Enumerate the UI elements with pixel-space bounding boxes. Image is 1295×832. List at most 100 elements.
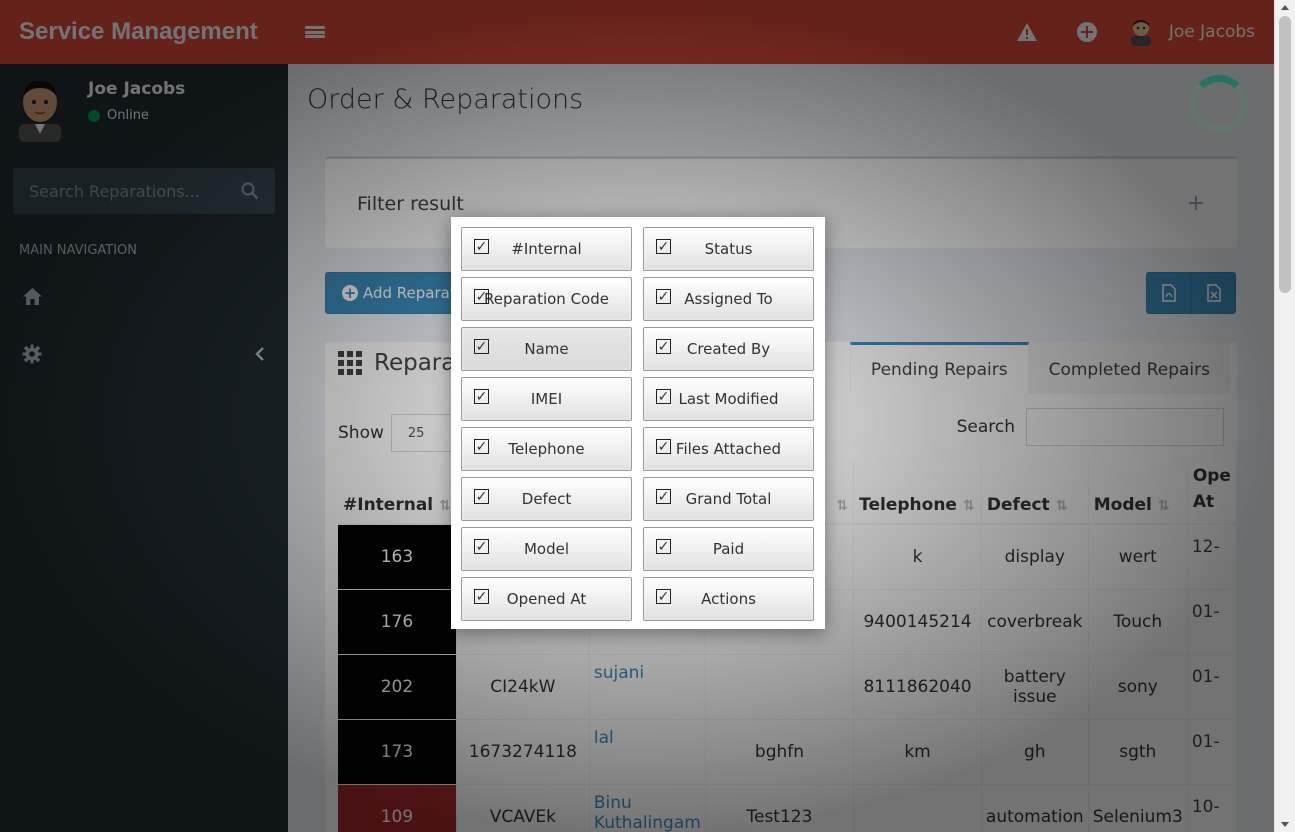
column-header-defect[interactable]: Defect ⇅	[981, 460, 1089, 525]
column-toggle-button[interactable]: ✓ Last Modified	[643, 377, 814, 421]
table-title-label: Repara	[374, 350, 456, 376]
sidebar-toggle-icon[interactable]	[305, 23, 325, 41]
sort-icon[interactable]: ⇅	[1158, 498, 1170, 514]
cell-opened: 01-	[1187, 589, 1238, 655]
column-toggle-button[interactable]: ✓ Created By	[643, 327, 814, 371]
scrollbar-thumb[interactable]	[1279, 16, 1291, 293]
checkbox-checked-icon[interactable]: ✓	[474, 239, 489, 254]
expand-plus-icon[interactable]: +	[1187, 191, 1205, 216]
sidebar-item-settings[interactable]	[0, 325, 288, 382]
cell-name[interactable]: sujani	[589, 654, 706, 720]
loading-spinner-icon	[1190, 75, 1248, 133]
checkbox-checked-icon[interactable]: ✓	[656, 439, 671, 454]
checkbox-checked-icon[interactable]: ✓	[474, 539, 489, 554]
search-icon[interactable]	[241, 182, 259, 200]
export-buttons	[1146, 272, 1236, 314]
scroll-up-arrow-icon[interactable]	[1281, 5, 1289, 10]
cell-opened: 01-	[1187, 654, 1238, 720]
cell-telephone: 9400145214	[853, 589, 982, 655]
column-visibility-popup: ✓ #Internal ✓ Status ✓ Reparation Code ✓ Assign…	[451, 217, 825, 629]
user-panel: Joe Jacobs Online	[0, 64, 288, 164]
cell-imei: Test123	[705, 784, 855, 832]
table-row[interactable]: 202 CI24kW sujani 8111862040 battery issue so…	[338, 654, 1238, 720]
checkbox-checked-icon[interactable]: ✓	[656, 339, 671, 354]
table-row[interactable]: 173 1673274118 lal bghfn km gh sgth 01-	[338, 719, 1238, 785]
column-header-telephone[interactable]: Telephone ⇅	[853, 460, 982, 525]
column-toggle-button[interactable]: ✓ Files Attached	[643, 427, 814, 471]
column-toggle-button[interactable]: ✓ Paid	[643, 527, 814, 571]
sort-icon[interactable]: ⇅	[963, 498, 975, 514]
column-toggle-button[interactable]: ✓ Defect	[461, 477, 632, 521]
app-logo[interactable]: Service Management	[0, 18, 288, 46]
checkbox-checked-icon[interactable]: ✓	[474, 589, 489, 604]
avatar	[19, 80, 61, 142]
cell-telephone	[853, 784, 982, 832]
scrollbar[interactable]	[1274, 0, 1295, 832]
column-toggle-button[interactable]: ✓ Name	[461, 327, 632, 371]
user-menu[interactable]: Joe Jacobs	[1117, 0, 1274, 64]
warning-icon[interactable]	[997, 0, 1057, 64]
tab-completed-repairs[interactable]: Completed Repairs	[1028, 342, 1230, 394]
pdf-file-icon	[1161, 284, 1176, 302]
gear-icon	[22, 344, 42, 363]
search-label: Search	[956, 417, 1015, 437]
column-toggle-button[interactable]: ✓ Reparation Code	[461, 277, 632, 321]
table-row[interactable]: 109 VCAVEk Binu Kuthalingam Test123 automati…	[338, 784, 1238, 832]
online-status: Online	[88, 108, 185, 123]
page-title: Order & Reparations	[307, 84, 584, 115]
cell-opened: 12-	[1187, 524, 1238, 590]
customer-link[interactable]: Binu Kuthalingam	[594, 793, 701, 832]
export-excel-button[interactable]	[1191, 272, 1236, 314]
column-toggle-button[interactable]: ✓ Actions	[643, 577, 814, 621]
grid-icon	[338, 351, 362, 375]
sort-icon[interactable]: ⇅	[1056, 498, 1068, 514]
sidebar-item-home[interactable]	[0, 268, 288, 325]
cell-internal: 202	[338, 654, 457, 720]
chevron-left-icon[interactable]	[255, 346, 264, 361]
column-toggle-button[interactable]: ✓ Grand Total	[643, 477, 814, 521]
checkbox-checked-icon[interactable]: ✓	[656, 239, 671, 254]
table-title: Repara	[338, 350, 455, 376]
column-header-opened-at[interactable]: Ope At	[1187, 460, 1238, 525]
checkbox-checked-icon[interactable]: ✓	[656, 489, 671, 504]
add-circle-icon[interactable]	[1057, 0, 1117, 64]
add-button-label: Add Reparat	[363, 284, 456, 302]
export-pdf-button[interactable]	[1146, 272, 1191, 314]
checkbox-checked-icon[interactable]: ✓	[474, 289, 489, 304]
column-toggle-button[interactable]: ✓ Model	[461, 527, 632, 571]
tab-pending-repairs[interactable]: Pending Repairs	[849, 342, 1029, 394]
checkbox-checked-icon[interactable]: ✓	[656, 589, 671, 604]
column-toggle-button[interactable]: ✓ Assigned To	[643, 277, 814, 321]
nav-header: MAIN NAVIGATION	[19, 243, 138, 258]
table-search-input[interactable]	[1026, 408, 1224, 446]
cell-name[interactable]: Binu Kuthalingam	[589, 784, 706, 832]
cell-telephone: 8111862040	[853, 654, 982, 720]
checkbox-checked-icon[interactable]: ✓	[474, 439, 489, 454]
column-toggle-button[interactable]: ✓ #Internal	[461, 227, 632, 271]
checkbox-checked-icon[interactable]: ✓	[474, 489, 489, 504]
cell-model: sony	[1088, 654, 1188, 720]
column-header-model[interactable]: Model ⇅	[1088, 460, 1188, 525]
cell-name[interactable]: lal	[589, 719, 706, 785]
checkbox-checked-icon[interactable]: ✓	[474, 389, 489, 404]
checkbox-checked-icon[interactable]: ✓	[656, 389, 671, 404]
cell-telephone: k	[853, 524, 982, 590]
column-toggle-button[interactable]: ✓ Opened At	[461, 577, 632, 621]
cell-code: 1673274118	[456, 719, 590, 785]
customer-link[interactable]: lal	[594, 728, 614, 748]
column-toggle-button[interactable]: ✓ Status	[643, 227, 814, 271]
sort-icon[interactable]: ⇅	[439, 498, 451, 514]
cell-internal: 173	[338, 719, 457, 785]
column-toggle-button[interactable]: ✓ Telephone	[461, 427, 632, 471]
scroll-down-arrow-icon[interactable]	[1281, 822, 1289, 827]
status-label: Online	[107, 108, 149, 123]
search-input[interactable]	[29, 181, 241, 201]
column-toggle-button[interactable]: ✓ IMEI	[461, 377, 632, 421]
checkbox-checked-icon[interactable]: ✓	[474, 339, 489, 354]
checkbox-checked-icon[interactable]: ✓	[656, 539, 671, 554]
cell-defect: display	[981, 524, 1089, 590]
column-header-internal[interactable]: #Internal ⇅	[338, 460, 457, 525]
customer-link[interactable]: sujani	[594, 663, 644, 683]
sort-icon[interactable]: ⇅	[836, 498, 848, 514]
checkbox-checked-icon[interactable]: ✓	[656, 289, 671, 304]
